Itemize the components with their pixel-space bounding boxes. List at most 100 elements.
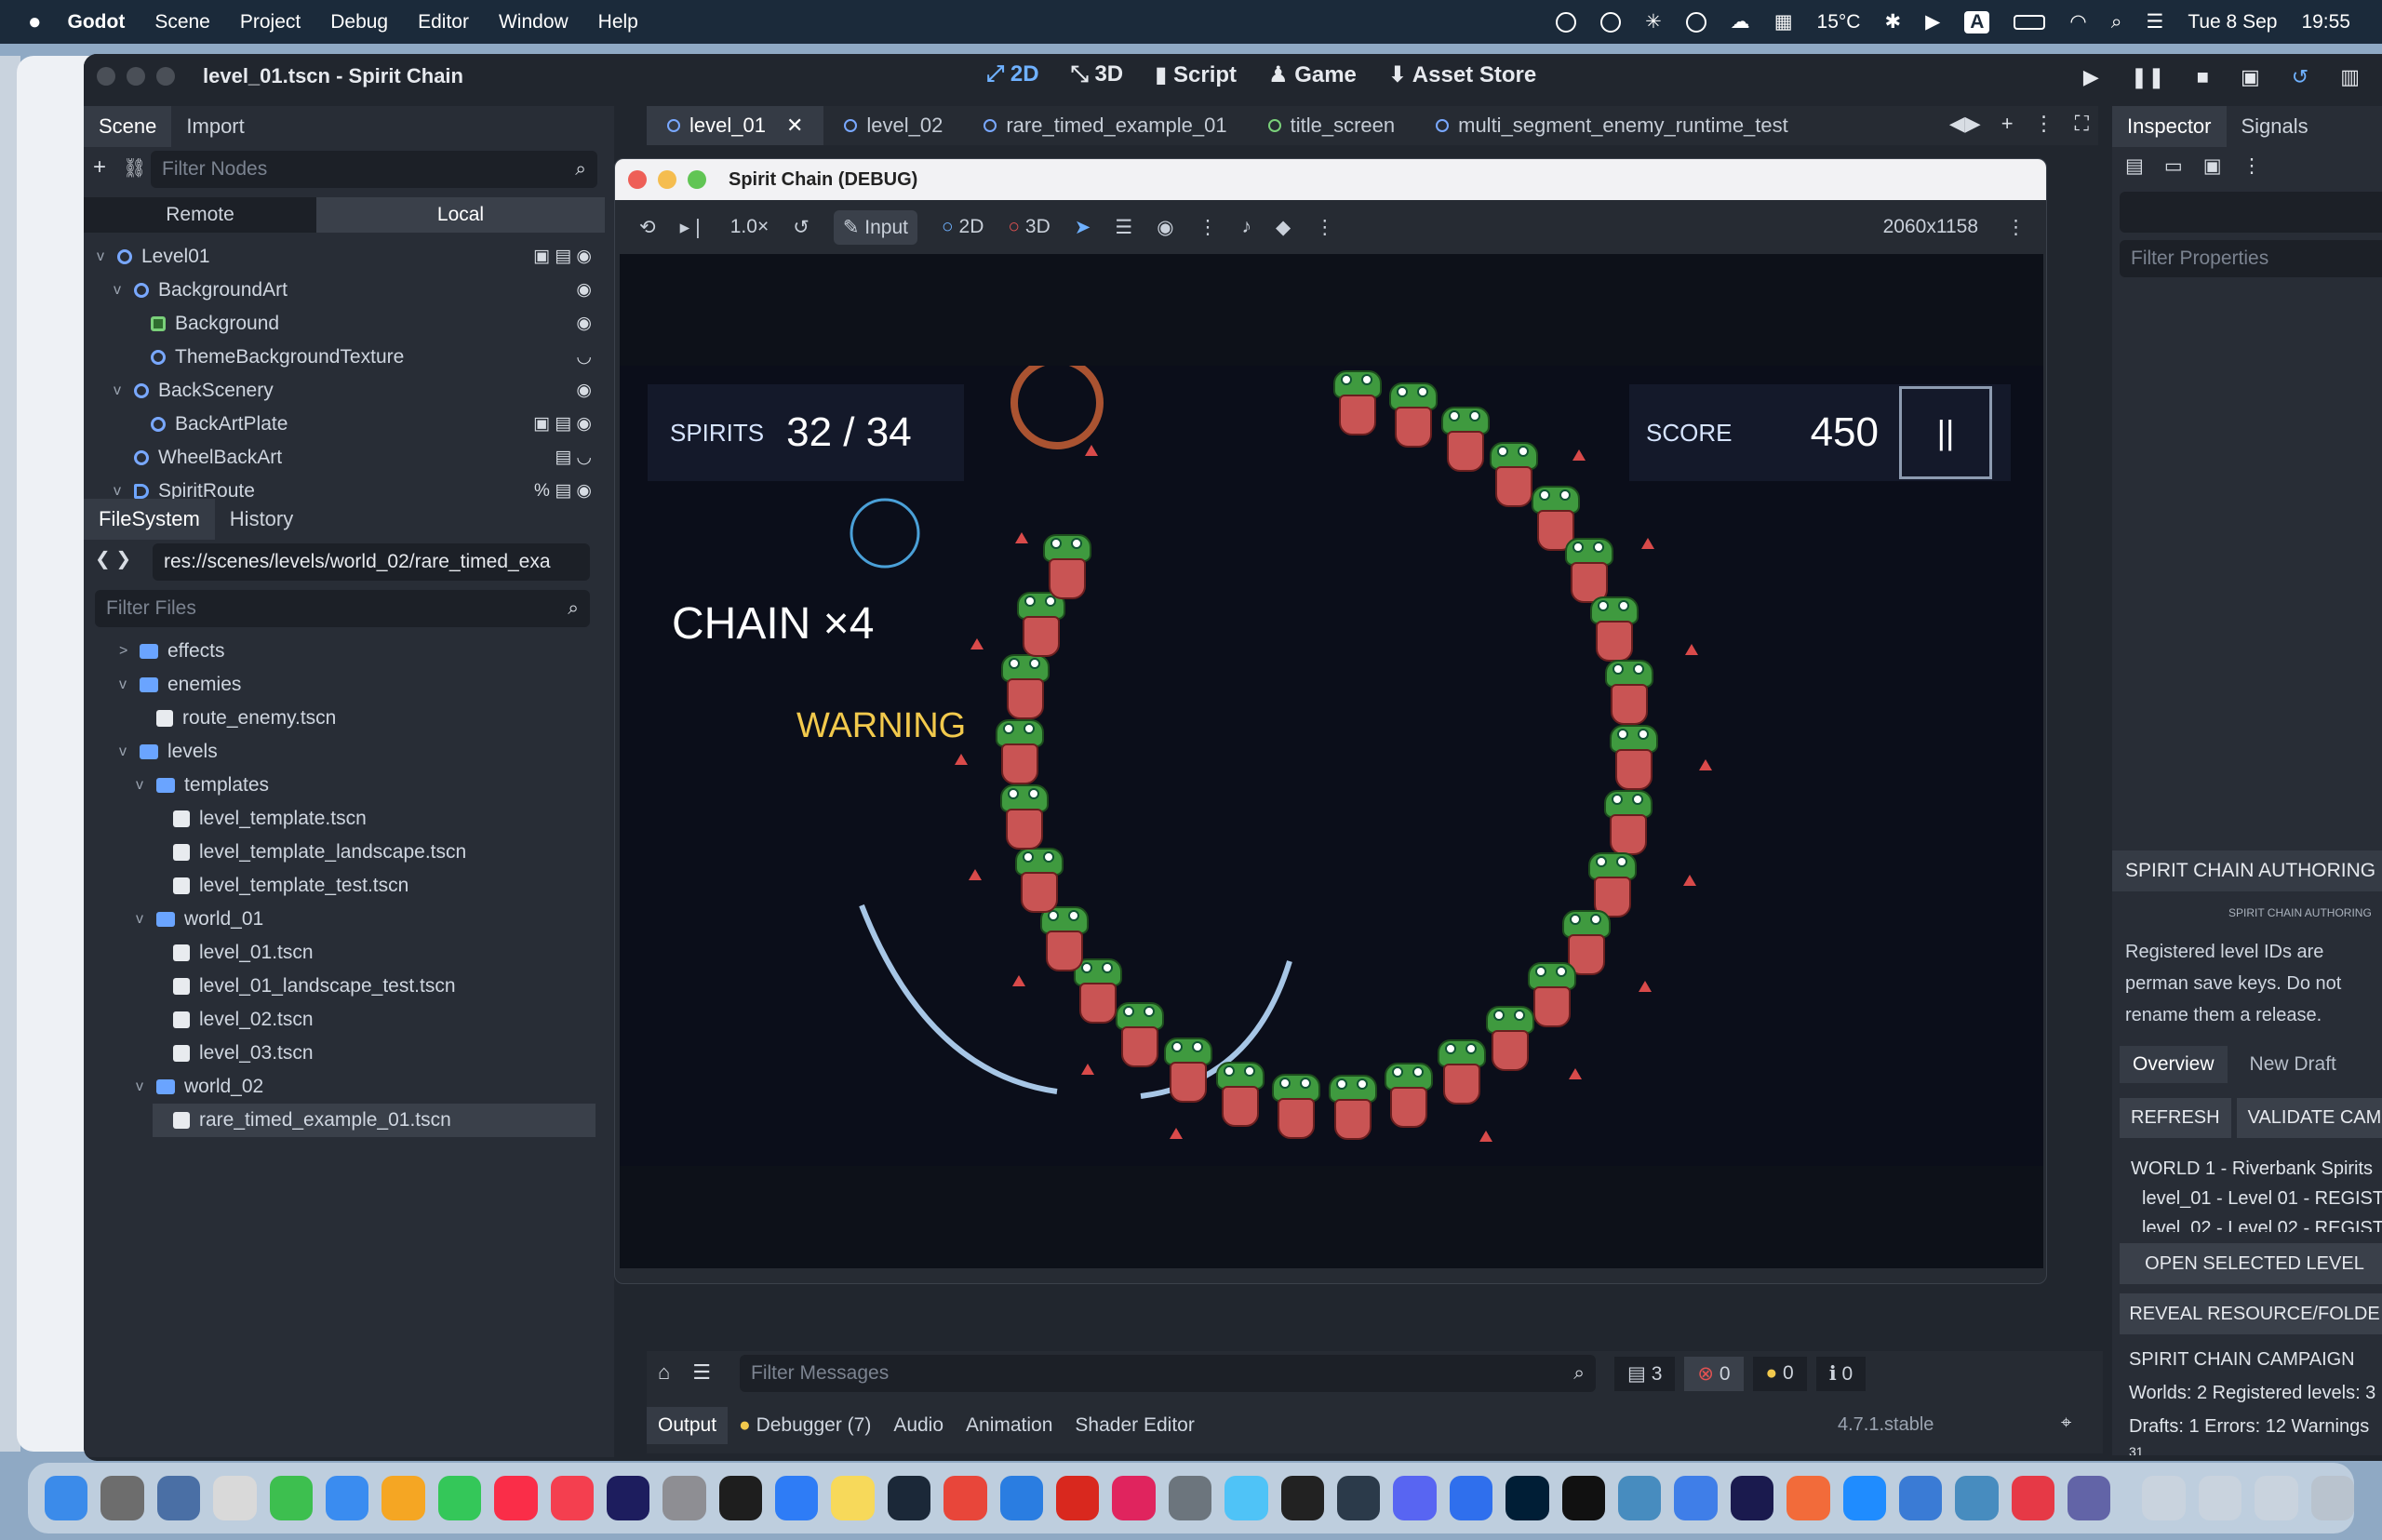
distraction-free-icon[interactable]: ⛶: [2075, 112, 2089, 136]
xcode-icon[interactable]: [775, 1476, 819, 1520]
node-status-icons[interactable]: ▣ ▤ ◉: [533, 408, 592, 441]
grid-icon[interactable]: ▦: [1774, 10, 1793, 33]
menubar-time[interactable]: 19:55: [2301, 11, 2350, 33]
photoshop-icon[interactable]: [1505, 1476, 1549, 1520]
wrap-icon[interactable]: ☰: [692, 1360, 711, 1385]
game-viewport[interactable]: SPIRITS 32 / 34 SCORE 450 || CHAIN ×4 WA…: [620, 254, 2043, 1268]
list-select-icon[interactable]: ☰: [1115, 216, 1132, 239]
open-selected-level-button[interactable]: OPEN SELECTED LEVEL: [2120, 1243, 2382, 1284]
node-status-icons[interactable]: ◉: [576, 274, 592, 307]
menu-project[interactable]: Project: [240, 11, 301, 33]
tab-debugger[interactable]: ● Debugger (7): [728, 1407, 882, 1444]
after-effects-icon[interactable]: [606, 1476, 650, 1520]
menu-debug[interactable]: Debug: [330, 11, 388, 33]
recent-window-icon[interactable]: [2198, 1476, 2242, 1520]
battery-icon[interactable]: [2014, 14, 2046, 30]
suspend-icon[interactable]: ⟲: [639, 216, 656, 239]
app-icon[interactable]: [1224, 1476, 1268, 1520]
tab-scene[interactable]: Scene: [84, 106, 172, 147]
file-item[interactable]: level_template.tscn: [153, 802, 596, 836]
bluetooth-icon[interactable]: ✱: [1884, 10, 1901, 33]
spirit-enemy[interactable]: [1330, 369, 1385, 439]
workspace-script[interactable]: ▮ Script: [1155, 61, 1237, 88]
close-tab-icon[interactable]: ✕: [786, 106, 803, 145]
tab-output[interactable]: Output: [647, 1407, 729, 1444]
figma-icon[interactable]: [718, 1476, 763, 1520]
spirit-enemy[interactable]: [1381, 1063, 1437, 1132]
spirit-enemy[interactable]: [1586, 596, 1642, 665]
tab-animation[interactable]: Animation: [955, 1407, 1064, 1444]
node-status-icons[interactable]: ◉: [576, 374, 592, 408]
more-icon[interactable]: ⋮: [1315, 216, 1334, 239]
tab-signals[interactable]: Signals: [2227, 106, 2323, 147]
app-icon[interactable]: [156, 1476, 201, 1520]
remote-debug-icon[interactable]: ▣: [2241, 65, 2260, 89]
filesystem-path[interactable]: res://scenes/levels/world_02/rare_timed_…: [153, 543, 590, 581]
scene-tab-level_01[interactable]: level_01 ✕: [647, 106, 824, 145]
spirit-enemy[interactable]: [1212, 1061, 1268, 1131]
cloud-icon[interactable]: ☁: [1731, 10, 1750, 33]
select-icon[interactable]: ➤: [1075, 216, 1091, 239]
save-icon[interactable]: ▣: [2203, 154, 2222, 178]
chrome-icon[interactable]: [943, 1476, 987, 1520]
refresh-button[interactable]: REFRESH: [2120, 1098, 2231, 1138]
spirit-enemy[interactable]: [1160, 1037, 1216, 1106]
spirit-enemy[interactable]: [1385, 382, 1441, 451]
pin-icon[interactable]: ⌖: [2061, 1413, 2071, 1434]
expand-chevron-icon[interactable]: v: [97, 240, 110, 274]
appstore-icon[interactable]: [999, 1476, 1044, 1520]
recent-window-icon[interactable]: [2255, 1476, 2298, 1520]
grid-app-icon[interactable]: [213, 1476, 257, 1520]
input-toggle[interactable]: ✎ Input: [833, 209, 917, 245]
add-node-icon[interactable]: +: [93, 154, 106, 181]
open-folder-icon[interactable]: ▭: [2164, 154, 2183, 178]
filter-messages-input[interactable]: Filter Messages ⌕: [740, 1355, 1596, 1392]
scene-tab-multi_segment_enemy_runtime_test[interactable]: multi_segment_enemy_runtime_test: [1415, 106, 1809, 145]
game-minimize-button[interactable]: [658, 170, 676, 189]
errors-toggle[interactable]: ⊗ 0: [1684, 1357, 1744, 1391]
app-status-icon[interactable]: [1685, 11, 1706, 33]
trash-icon[interactable]: [2310, 1476, 2355, 1520]
spirit-enemy[interactable]: [997, 783, 1052, 853]
scene-node-level01[interactable]: v Level01 ▣ ▤ ◉: [97, 240, 599, 274]
inspector-object-field[interactable]: [2120, 192, 2382, 233]
node-status-icons[interactable]: ◉: [576, 307, 592, 341]
spirit-enemy[interactable]: [992, 719, 1048, 788]
info-toggle[interactable]: ℹ 0: [1815, 1357, 1867, 1391]
acrobat-icon[interactable]: [1056, 1476, 1100, 1520]
filter-files-input[interactable]: Filter Files ⌕: [95, 590, 590, 627]
expand-chevron-icon[interactable]: v: [114, 374, 127, 408]
game-close-button[interactable]: [628, 170, 647, 189]
scene-node-background[interactable]: Background ◉: [130, 307, 599, 341]
node-status-icons[interactable]: ▣ ▤ ◉: [533, 240, 592, 274]
spirit-enemy[interactable]: [1011, 847, 1067, 917]
scene-node-backgroundart[interactable]: v BackgroundArt ◉: [114, 274, 599, 307]
menu-scene[interactable]: Scene: [154, 11, 210, 33]
notes-icon[interactable]: [831, 1476, 875, 1520]
news-icon[interactable]: [550, 1476, 594, 1520]
speed-label[interactable]: 1.0×: [730, 216, 769, 238]
apple-icon[interactable]: ●: [28, 9, 42, 35]
next-frame-icon[interactable]: ▸❘: [680, 216, 706, 239]
tab-menu-icon[interactable]: ⋮: [2034, 112, 2054, 136]
spirit-enemy[interactable]: [1325, 1074, 1381, 1144]
spirit-enemy[interactable]: [1039, 533, 1095, 603]
level-list-item[interactable]: level_01 - Level 01 - REGIST: [2131, 1184, 2382, 1213]
new-resource-icon[interactable]: ▤: [2125, 154, 2144, 178]
more-icon[interactable]: ⋮: [2006, 216, 2026, 239]
file-item[interactable]: level_template_test.tscn: [153, 869, 596, 903]
teams-icon[interactable]: [2068, 1476, 2111, 1520]
file-item[interactable]: level_01_landscape_test.tscn: [153, 970, 596, 1003]
app-icon[interactable]: [2011, 1476, 2055, 1520]
folder-item[interactable]: > effects: [119, 635, 596, 668]
spirit-enemy[interactable]: [1482, 1005, 1538, 1075]
indesign-icon[interactable]: [1112, 1476, 1156, 1520]
menu-godot[interactable]: Godot: [68, 11, 126, 33]
workspace-2d[interactable]: ⤢ 2D: [986, 61, 1039, 88]
steam-icon[interactable]: [887, 1476, 931, 1520]
menu-window[interactable]: Window: [499, 11, 569, 33]
scene-node-wheelbackart[interactable]: WheelBackArt ▤ ◡: [114, 441, 599, 475]
play-area[interactable]: SPIRITS 32 / 34 SCORE 450 || CHAIN ×4 WA…: [620, 366, 2043, 1166]
sparkle-icon[interactable]: ✳: [1645, 10, 1662, 33]
music-icon[interactable]: [494, 1476, 538, 1520]
